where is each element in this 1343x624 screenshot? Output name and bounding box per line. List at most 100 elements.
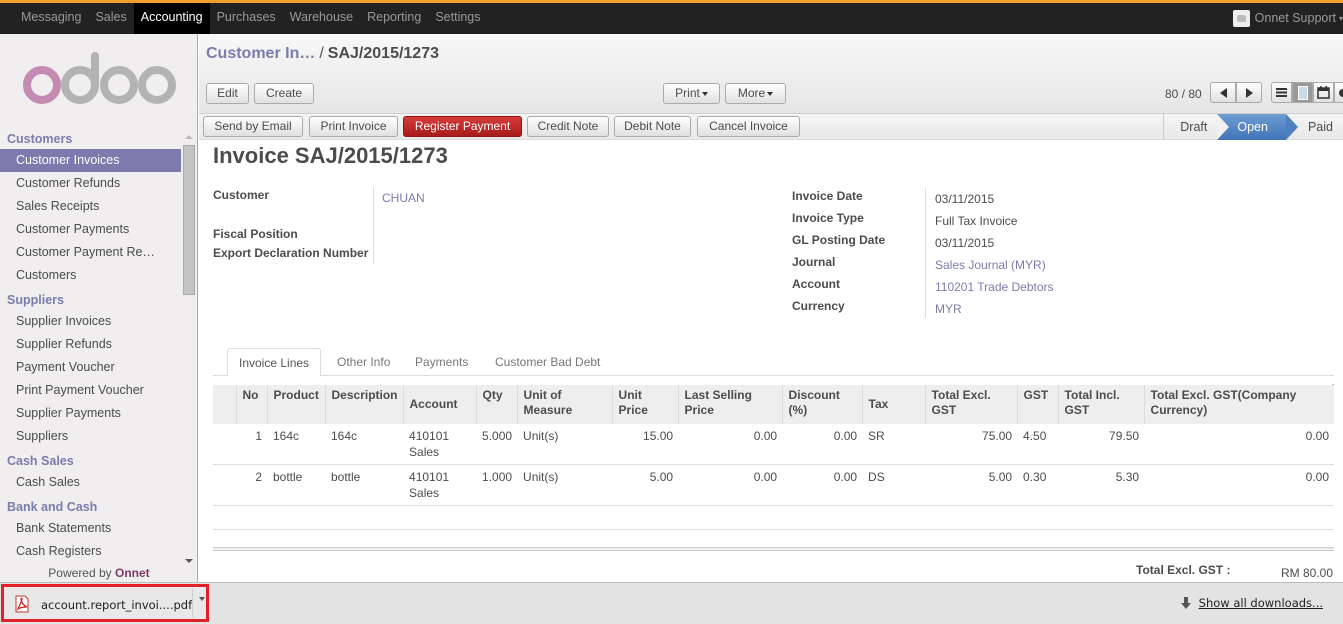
pager-next-button[interactable] [1236, 82, 1262, 103]
col-tax[interactable]: Tax [861, 385, 926, 424]
col-description[interactable]: Description [324, 385, 404, 424]
menu-sales[interactable]: Sales [88, 3, 133, 34]
col-account[interactable]: Account [402, 385, 477, 424]
sidebar-item-customer-invoices[interactable]: Customer Invoices [0, 149, 181, 172]
state-progress: Draft Open Paid [1163, 114, 1343, 140]
col-total-excl-gst[interactable]: Total Excl. GST [924, 385, 1018, 424]
sidebar-item-cash-sales[interactable]: Cash Sales [0, 471, 181, 494]
col-qty[interactable]: Qty [475, 385, 518, 424]
sidebar-item-suppliers[interactable]: Suppliers [0, 425, 181, 448]
state-open: Open [1217, 114, 1298, 140]
notebook-tabs: Invoice Lines Other Info Payments Custom… [213, 346, 1334, 377]
currency-label: Currency [792, 299, 845, 313]
col-unit-of-measure[interactable]: Unit of Measure [516, 385, 613, 424]
download-item[interactable]: account.report_invoi....pdf [1, 584, 209, 622]
col-product[interactable]: Product [266, 385, 325, 424]
sidebar-item-bank-statements[interactable]: Bank Statements [0, 517, 181, 540]
debit-note-button[interactable]: Debit Note [614, 116, 691, 137]
col-unit-price[interactable]: Unit Price [611, 385, 679, 424]
pager-counter: 80 / 80 [1165, 87, 1202, 101]
sidebar-item-supplier-invoices[interactable]: Supplier Invoices [0, 310, 181, 333]
form-view-button[interactable] [1292, 82, 1313, 103]
cell-handle [213, 464, 236, 506]
sidebar-item-supplier-payments[interactable]: Supplier Payments [0, 402, 181, 425]
sidebar-item-customer-refunds[interactable]: Customer Refunds [0, 172, 181, 195]
menu-messaging[interactable]: Messaging [14, 3, 88, 34]
create-button[interactable]: Create [254, 83, 314, 104]
menu-purchases[interactable]: Purchases [210, 3, 283, 34]
graph-view-button[interactable] [1334, 82, 1343, 103]
invoice-statusbar: Send by Email Print Invoice Register Pay… [199, 114, 1343, 140]
table-row[interactable]: 2 bottle bottle 410101 Sales 1.000 Unit(… [213, 464, 1334, 506]
print-dropdown[interactable]: Print [663, 83, 720, 104]
powered-by: Powered by Onnet [0, 566, 198, 580]
print-invoice-button[interactable]: Print Invoice [309, 116, 398, 137]
sidebar-item-payment-voucher[interactable]: Payment Voucher [0, 356, 181, 379]
more-dropdown[interactable]: More [725, 83, 786, 104]
customer-label: Customer [213, 188, 270, 202]
cell-gst: 4.50 [1017, 424, 1059, 465]
sidebar-scrollbar[interactable] [182, 131, 197, 567]
sidebar-item-sales-receipts[interactable]: Sales Receipts [0, 195, 181, 218]
cancel-invoice-button[interactable]: Cancel Invoice [697, 116, 800, 137]
menu-warehouse[interactable]: Warehouse [283, 3, 360, 34]
invoice-type-value: Full Tax Invoice [935, 214, 1018, 228]
pager-previous-button[interactable] [1210, 82, 1236, 103]
sidebar-item-cash-registers[interactable]: Cash Registers [0, 540, 181, 563]
menu-accounting[interactable]: Accounting [133, 3, 210, 34]
breadcrumb-customer-invoices[interactable]: Customer In… [206, 45, 315, 62]
scrollbar-thumb[interactable] [183, 145, 195, 295]
cell-discount: 0.00 [782, 464, 863, 506]
col-total-excl-gst-company[interactable]: Total Excl. GST(Company Currency) [1143, 385, 1334, 424]
scroll-up-icon[interactable] [185, 135, 193, 139]
calendar-icon [1317, 86, 1330, 99]
sidebar-item-customer-payments[interactable]: Customer Payments [0, 218, 181, 241]
col-total-incl-gst[interactable]: Total Incl. GST [1057, 385, 1145, 424]
user-menu[interactable]: Onnet Support ▾ [1232, 3, 1343, 34]
calendar-view-button[interactable] [1313, 82, 1334, 103]
col-no[interactable]: No [235, 385, 267, 424]
tab-customer-bad-debt[interactable]: Customer Bad Debt [484, 348, 611, 376]
invoice-date-label: Invoice Date [792, 189, 863, 203]
sidebar-item-customers[interactable]: Customers [0, 264, 181, 287]
breadcrumb-separator: / [319, 45, 324, 62]
sidebar-section-bank-and-cash: Bank and Cash [7, 500, 98, 514]
gl-posting-date-value: 03/11/2015 [935, 236, 995, 250]
send-by-email-button[interactable]: Send by Email [203, 116, 303, 137]
show-all-downloads[interactable]: Show all downloads... [1180, 596, 1323, 610]
currency-value[interactable]: MYR [935, 302, 962, 316]
sidebar: Customers Customer Invoices Customer Ref… [0, 34, 198, 582]
register-payment-button[interactable]: Register Payment [403, 116, 522, 137]
table-row[interactable]: 1 164c 164c 410101 Sales 5.000 Unit(s) 1… [213, 424, 1334, 465]
chevron-down-icon[interactable] [199, 597, 205, 601]
show-all-downloads-link[interactable]: Show all downloads... [1199, 596, 1323, 610]
cell-total-incl-gst: 5.30 [1058, 464, 1145, 506]
sidebar-section-cash-sales: Cash Sales [7, 454, 74, 468]
sidebar-item-customer-payment-re[interactable]: Customer Payment Re… [0, 241, 181, 264]
powered-by-brand[interactable]: Onnet [115, 566, 150, 580]
powered-by-text: Powered by [48, 566, 112, 580]
sidebar-item-print-payment-voucher[interactable]: Print Payment Voucher [0, 379, 181, 402]
customer-value[interactable]: CHUAN [382, 191, 425, 205]
col-last-selling-price[interactable]: Last Selling Price [677, 385, 783, 424]
account-value[interactable]: 110201 Trade Debtors [935, 280, 1054, 294]
cell-tax: SR [862, 424, 926, 465]
arrow-left-icon [1219, 87, 1227, 98]
tab-invoice-lines[interactable]: Invoice Lines [227, 348, 322, 377]
download-filename: account.report_invoi....pdf [41, 598, 193, 612]
tab-other-info[interactable]: Other Info [326, 348, 401, 376]
credit-note-button[interactable]: Credit Note [527, 116, 609, 137]
menu-settings[interactable]: Settings [428, 3, 487, 34]
journal-value[interactable]: Sales Journal (MYR) [935, 258, 1046, 272]
scroll-down-icon[interactable] [185, 559, 193, 563]
col-gst[interactable]: GST [1016, 385, 1059, 424]
list-view-button[interactable] [1271, 82, 1292, 103]
tab-payments[interactable]: Payments [404, 348, 479, 376]
invoice-date-value: 03/11/2015 [935, 192, 995, 206]
menu-reporting[interactable]: Reporting [360, 3, 428, 34]
download-divider [192, 589, 193, 617]
sidebar-menu: Customers Customer Invoices Customer Ref… [0, 129, 181, 567]
sidebar-item-supplier-refunds[interactable]: Supplier Refunds [0, 333, 181, 356]
edit-button[interactable]: Edit [206, 83, 249, 104]
col-discount[interactable]: Discount (%) [781, 385, 863, 424]
